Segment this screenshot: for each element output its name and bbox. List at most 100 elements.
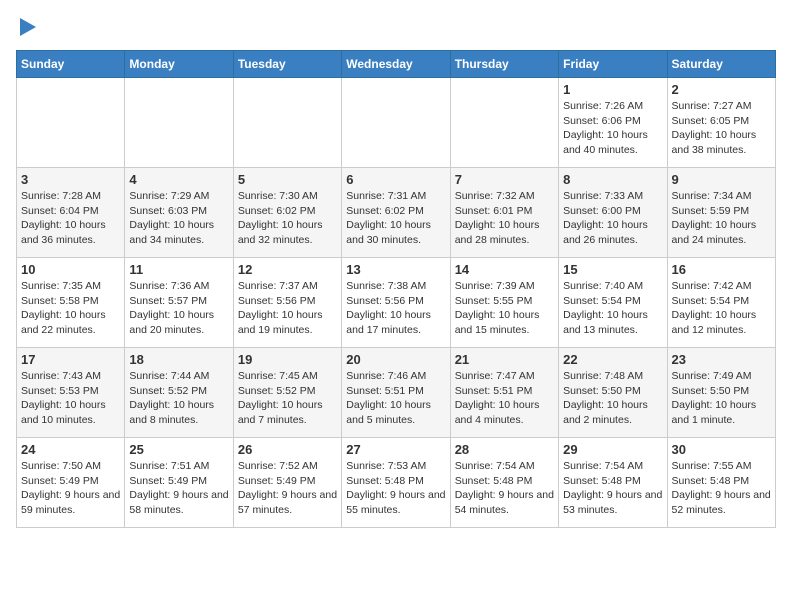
calendar-day-cell: 11 Sunrise: 7:36 AMSunset: 5:57 PMDayligh… (125, 258, 233, 348)
calendar-day-cell (125, 78, 233, 168)
calendar-day-cell: 13 Sunrise: 7:38 AMSunset: 5:56 PMDayligh… (342, 258, 450, 348)
calendar-day-cell: 14Sunrise: 7:39 AMSunset: 5:55 PMDayligh… (450, 258, 558, 348)
day-info: Sunrise: 7:37 AMSunset: 5:56 PMDaylight:… (238, 279, 337, 338)
calendar-week-2: 3 Sunrise: 7:28 AMSunset: 6:04 PMDaylight… (17, 168, 776, 258)
day-number: 20 (346, 352, 445, 367)
weekday-header-monday: Monday (125, 51, 233, 78)
day-number: 3 (21, 172, 120, 187)
weekday-header-wednesday: Wednesday (342, 51, 450, 78)
day-info: Sunrise: 7:54 AMSunset: 5:48 PMDaylight:… (563, 459, 662, 518)
day-info: Sunrise: 7:49 AMSunset: 5:50 PMDaylight:… (672, 369, 771, 428)
calendar-day-cell: 23 Sunrise: 7:49 AMSunset: 5:50 PMDayligh… (667, 348, 775, 438)
day-info: Sunrise: 7:48 AMSunset: 5:50 PMDaylight:… (563, 369, 662, 428)
day-number: 21 (455, 352, 554, 367)
calendar-day-cell: 21 Sunrise: 7:47 AMSunset: 5:51 PMDayligh… (450, 348, 558, 438)
day-number: 18 (129, 352, 228, 367)
day-info: Sunrise: 7:36 AMSunset: 5:57 PMDaylight:… (129, 279, 228, 338)
calendar-table: SundayMondayTuesdayWednesdayThursdayFrid… (16, 50, 776, 528)
day-number: 14 (455, 262, 554, 277)
day-info: Sunrise: 7:51 AMSunset: 5:49 PMDaylight:… (129, 459, 228, 518)
day-number: 25 (129, 442, 228, 457)
day-number: 13 (346, 262, 445, 277)
day-number: 1 (563, 82, 662, 97)
day-number: 22 (563, 352, 662, 367)
day-number: 11 (129, 262, 228, 277)
page-header (16, 16, 776, 38)
day-info: Sunrise: 7:28 AMSunset: 6:04 PMDaylight:… (21, 189, 120, 248)
calendar-week-4: 17 Sunrise: 7:43 AMSunset: 5:53 PMDayligh… (17, 348, 776, 438)
day-info: Sunrise: 7:30 AMSunset: 6:02 PMDaylight:… (238, 189, 337, 248)
day-number: 28 (455, 442, 554, 457)
calendar-day-cell: 5Sunrise: 7:30 AMSunset: 6:02 PMDaylight… (233, 168, 341, 258)
day-number: 24 (21, 442, 120, 457)
calendar-day-cell: 3 Sunrise: 7:28 AMSunset: 6:04 PMDaylight… (17, 168, 125, 258)
calendar-day-cell: 27Sunrise: 7:53 AMSunset: 5:48 PMDayligh… (342, 438, 450, 528)
calendar-day-cell (450, 78, 558, 168)
day-number: 30 (672, 442, 771, 457)
calendar-day-cell: 1 Sunrise: 7:26 AMSunset: 6:06 PMDaylight… (559, 78, 667, 168)
day-info: Sunrise: 7:42 AMSunset: 5:54 PMDaylight:… (672, 279, 771, 338)
day-number: 8 (563, 172, 662, 187)
calendar-day-cell: 15 Sunrise: 7:40 AMSunset: 5:54 PMDayligh… (559, 258, 667, 348)
day-info: Sunrise: 7:44 AMSunset: 5:52 PMDaylight:… (129, 369, 228, 428)
day-info: Sunrise: 7:47 AMSunset: 5:51 PMDaylight:… (455, 369, 554, 428)
day-number: 15 (563, 262, 662, 277)
day-number: 16 (672, 262, 771, 277)
weekday-header-friday: Friday (559, 51, 667, 78)
calendar-day-cell: 18 Sunrise: 7:44 AMSunset: 5:52 PMDayligh… (125, 348, 233, 438)
calendar-day-cell: 17 Sunrise: 7:43 AMSunset: 5:53 PMDayligh… (17, 348, 125, 438)
calendar-day-cell: 28 Sunrise: 7:54 AMSunset: 5:48 PMDayligh… (450, 438, 558, 528)
day-info: Sunrise: 7:40 AMSunset: 5:54 PMDaylight:… (563, 279, 662, 338)
calendar-day-cell: 7Sunrise: 7:32 AMSunset: 6:01 PMDaylight… (450, 168, 558, 258)
weekday-header-thursday: Thursday (450, 51, 558, 78)
day-info: Sunrise: 7:35 AMSunset: 5:58 PMDaylight:… (21, 279, 120, 338)
calendar-day-cell: 30Sunrise: 7:55 AMSunset: 5:48 PMDayligh… (667, 438, 775, 528)
calendar-day-cell (17, 78, 125, 168)
weekday-header-saturday: Saturday (667, 51, 775, 78)
day-info: Sunrise: 7:31 AMSunset: 6:02 PMDaylight:… (346, 189, 445, 248)
day-info: Sunrise: 7:46 AMSunset: 5:51 PMDaylight:… (346, 369, 445, 428)
day-info: Sunrise: 7:43 AMSunset: 5:53 PMDaylight:… (21, 369, 120, 428)
calendar-day-cell: 24 Sunrise: 7:50 AMSunset: 5:49 PMDayligh… (17, 438, 125, 528)
day-info: Sunrise: 7:38 AMSunset: 5:56 PMDaylight:… (346, 279, 445, 338)
day-info: Sunrise: 7:27 AMSunset: 6:05 PMDaylight:… (672, 99, 771, 158)
day-number: 17 (21, 352, 120, 367)
day-number: 7 (455, 172, 554, 187)
logo-arrow-icon (20, 16, 38, 38)
day-info: Sunrise: 7:52 AMSunset: 5:49 PMDaylight:… (238, 459, 337, 518)
calendar-day-cell: 6 Sunrise: 7:31 AMSunset: 6:02 PMDaylight… (342, 168, 450, 258)
weekday-header-tuesday: Tuesday (233, 51, 341, 78)
calendar-day-cell: 12 Sunrise: 7:37 AMSunset: 5:56 PMDayligh… (233, 258, 341, 348)
day-number: 12 (238, 262, 337, 277)
calendar-day-cell: 10 Sunrise: 7:35 AMSunset: 5:58 PMDayligh… (17, 258, 125, 348)
calendar-day-cell (342, 78, 450, 168)
day-info: Sunrise: 7:54 AMSunset: 5:48 PMDaylight:… (455, 459, 554, 518)
calendar-day-cell: 19Sunrise: 7:45 AMSunset: 5:52 PMDayligh… (233, 348, 341, 438)
calendar-week-3: 10 Sunrise: 7:35 AMSunset: 5:58 PMDayligh… (17, 258, 776, 348)
day-number: 2 (672, 82, 771, 97)
calendar-header-row: SundayMondayTuesdayWednesdayThursdayFrid… (17, 51, 776, 78)
day-number: 29 (563, 442, 662, 457)
calendar-day-cell: 2 Sunrise: 7:27 AMSunset: 6:05 PMDaylight… (667, 78, 775, 168)
calendar-week-5: 24 Sunrise: 7:50 AMSunset: 5:49 PMDayligh… (17, 438, 776, 528)
calendar-day-cell: 25 Sunrise: 7:51 AMSunset: 5:49 PMDayligh… (125, 438, 233, 528)
calendar-day-cell: 20 Sunrise: 7:46 AMSunset: 5:51 PMDayligh… (342, 348, 450, 438)
day-info: Sunrise: 7:33 AMSunset: 6:00 PMDaylight:… (563, 189, 662, 248)
weekday-header-sunday: Sunday (17, 51, 125, 78)
calendar-day-cell: 8 Sunrise: 7:33 AMSunset: 6:00 PMDaylight… (559, 168, 667, 258)
day-number: 23 (672, 352, 771, 367)
calendar-day-cell: 16 Sunrise: 7:42 AMSunset: 5:54 PMDayligh… (667, 258, 775, 348)
calendar-day-cell: 9Sunrise: 7:34 AMSunset: 5:59 PMDaylight… (667, 168, 775, 258)
day-info: Sunrise: 7:50 AMSunset: 5:49 PMDaylight:… (21, 459, 120, 518)
calendar-day-cell: 26 Sunrise: 7:52 AMSunset: 5:49 PMDayligh… (233, 438, 341, 528)
calendar-day-cell (233, 78, 341, 168)
calendar-week-1: 1 Sunrise: 7:26 AMSunset: 6:06 PMDaylight… (17, 78, 776, 168)
day-info: Sunrise: 7:53 AMSunset: 5:48 PMDaylight:… (346, 459, 445, 518)
day-number: 19 (238, 352, 337, 367)
day-info: Sunrise: 7:29 AMSunset: 6:03 PMDaylight:… (129, 189, 228, 248)
day-number: 10 (21, 262, 120, 277)
day-info: Sunrise: 7:26 AMSunset: 6:06 PMDaylight:… (563, 99, 662, 158)
calendar-day-cell: 4Sunrise: 7:29 AMSunset: 6:03 PMDaylight… (125, 168, 233, 258)
day-number: 6 (346, 172, 445, 187)
day-number: 26 (238, 442, 337, 457)
